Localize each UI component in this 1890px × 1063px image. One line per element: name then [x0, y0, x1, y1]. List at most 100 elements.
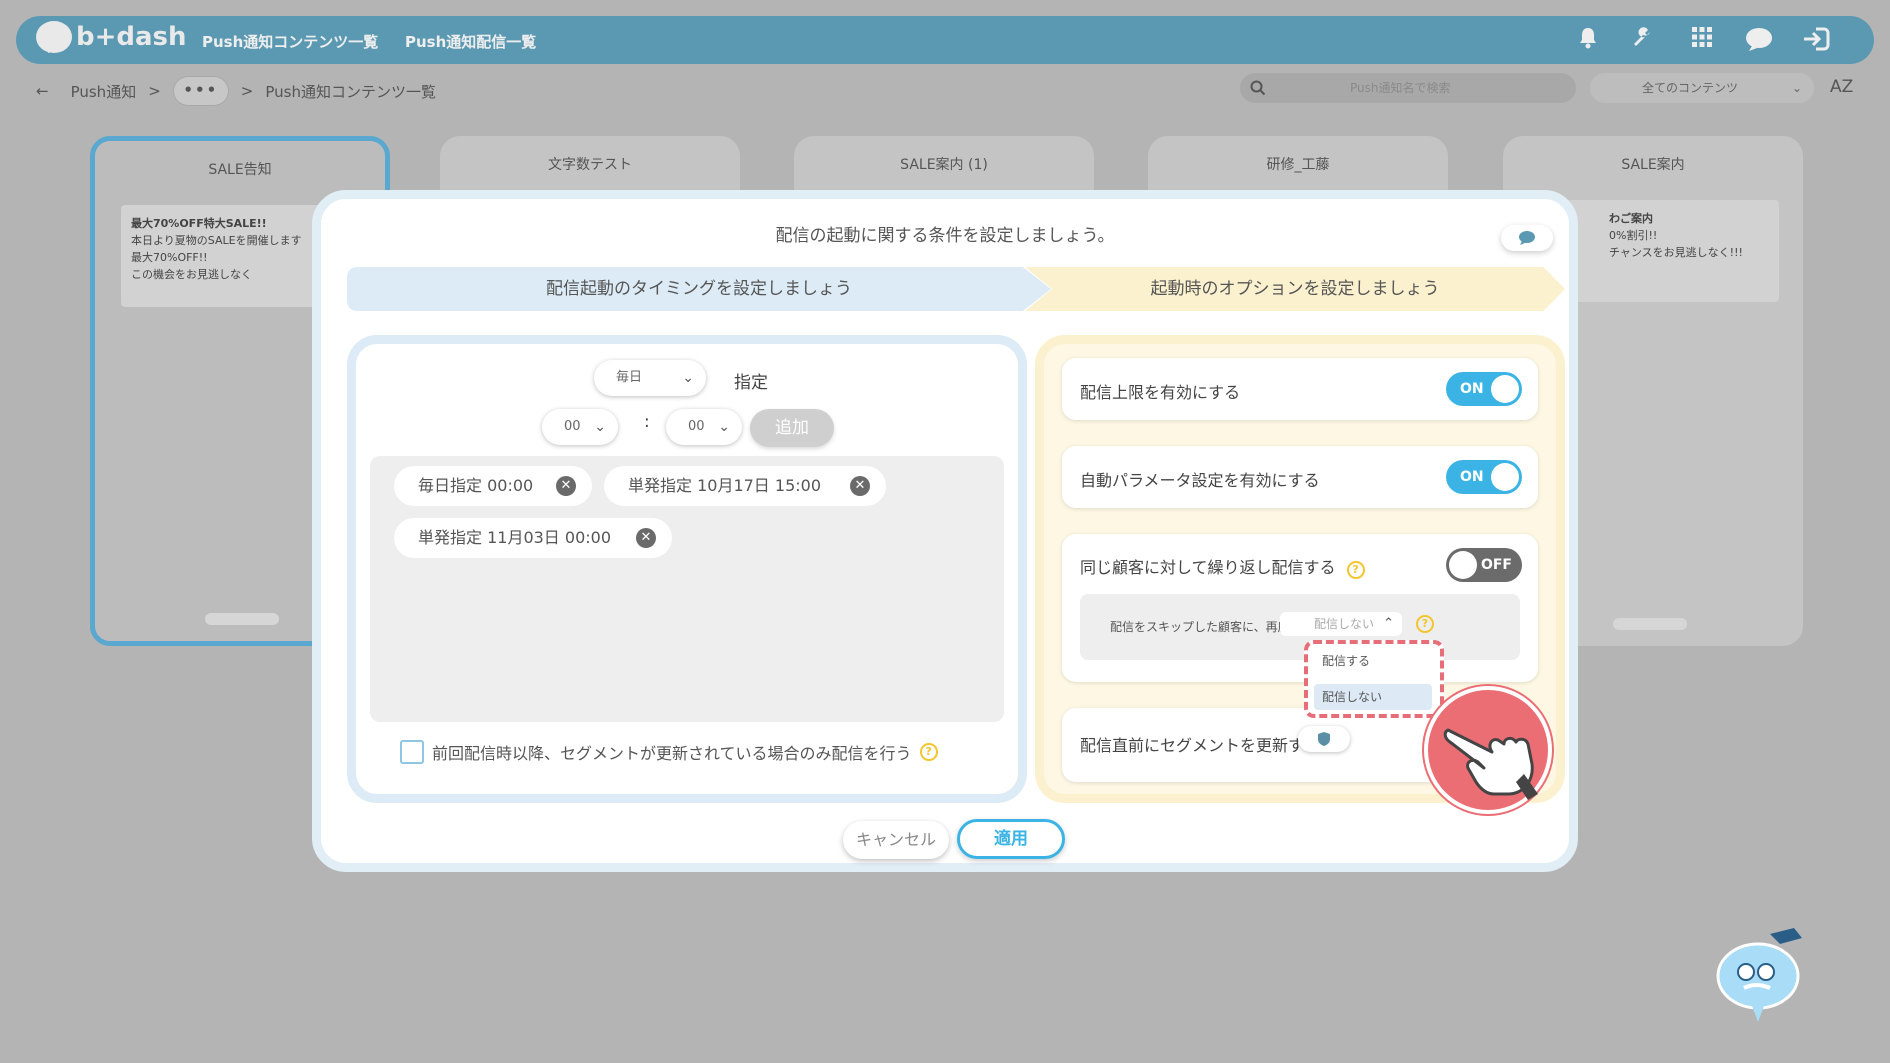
- apply-button[interactable]: 適用: [957, 819, 1065, 859]
- help-button[interactable]: [1501, 225, 1553, 251]
- segment-updated-only-row: 前回配信時以降、セグメントが更新されている場合のみ配信を行う ?: [400, 740, 938, 764]
- dropdown-option-selected[interactable]: 配信しない: [1314, 684, 1432, 710]
- nav-link-push-contents[interactable]: Push通知コンテンツ一覧: [202, 31, 378, 52]
- toggle-knob: [1449, 551, 1477, 579]
- filter-selected-value: 全てのコンテンツ: [1642, 81, 1739, 95]
- toggle-knob: [1491, 463, 1519, 491]
- time-colon: :: [644, 412, 650, 432]
- toggle-state: ON: [1460, 381, 1484, 397]
- delivery-condition-modal: 配信の起動に関する条件を設定しましょう。 配信起動のタイミングを設定しましょう …: [312, 190, 1578, 872]
- card-preview-line: 0%割引!!: [1609, 229, 1658, 242]
- modal-title: 配信の起動に関する条件を設定しましょう。: [775, 226, 1115, 246]
- frequency-suffix-label: 指定: [734, 373, 768, 393]
- hour-select[interactable]: 00 ⌄: [542, 409, 618, 445]
- cancel-button[interactable]: キャンセル: [843, 821, 949, 859]
- option-repeat: 同じ顧客に対して繰り返し配信する ? OFF 配信をスキップした顧客に、再度 配…: [1062, 534, 1538, 682]
- dropdown-option[interactable]: 配信する: [1314, 648, 1432, 674]
- repeat-toggle[interactable]: OFF: [1446, 548, 1522, 582]
- timing-chip: 単発指定 10月17日 15:00 ✕: [604, 466, 886, 506]
- timing-chip-label: 毎日指定 00:00: [418, 476, 534, 495]
- shield-icon: [1317, 732, 1331, 751]
- search-icon: [1250, 73, 1266, 106]
- search-input[interactable]: Push通知名で検索: [1240, 73, 1576, 103]
- question-icon[interactable]: ?: [1416, 615, 1434, 633]
- toggle-knob: [1491, 375, 1519, 403]
- top-navigation-bar: b+dash Push通知コンテンツ一覧 Push通知配信一覧: [16, 16, 1874, 64]
- skip-resend-select[interactable]: 配信しない ⌃: [1280, 612, 1402, 636]
- question-icon[interactable]: ?: [1346, 561, 1365, 579]
- breadcrumb: ← Push通知 > ••• > Push通知コンテンツ一覧: [36, 76, 436, 106]
- option-limit: 配信上限を有効にする ON: [1062, 358, 1538, 420]
- help-bubble-icon[interactable]: [1744, 26, 1772, 54]
- breadcrumb-current: Push通知コンテンツ一覧: [265, 82, 436, 101]
- chevron-down-icon: ⌄: [718, 419, 730, 435]
- sort-az-icon[interactable]: AZ: [1830, 77, 1853, 97]
- logo-bubble-icon: [36, 21, 72, 53]
- wrench-icon[interactable]: [1630, 26, 1658, 54]
- logo-text: b+dash: [76, 22, 187, 52]
- nav-link-push-deliveries[interactable]: Push通知配信一覧: [405, 31, 536, 52]
- help-bubble-icon: [1517, 231, 1537, 250]
- chevron-down-icon: ⌄: [682, 370, 694, 386]
- toggle-state: OFF: [1480, 557, 1512, 573]
- option-repeat-label: 同じ顧客に対して繰り返し配信する ?: [1080, 554, 1365, 579]
- skip-resend-dropdown: 配信する 配信しない: [1304, 640, 1444, 718]
- limit-toggle[interactable]: ON: [1446, 372, 1522, 406]
- option-auto-param: 自動パラメータ設定を有効にする ON: [1062, 446, 1538, 508]
- skip-resend-label: 配信をスキップした顧客に、再度: [1110, 620, 1290, 634]
- hour-value: 00: [564, 419, 581, 434]
- remove-chip-icon[interactable]: ✕: [556, 476, 576, 496]
- remove-chip-icon[interactable]: ✕: [850, 476, 870, 496]
- timing-panel: 毎日 ⌄ 指定 00 ⌄ : 00 ⌄ 追加 毎日指定 00:00 ✕ 単発指定…: [347, 335, 1027, 803]
- step-timing[interactable]: 配信起動のタイミングを設定しましょう: [347, 267, 1051, 311]
- card-title: 文字数テスト: [548, 157, 632, 173]
- back-arrow-icon[interactable]: ←: [36, 82, 49, 100]
- card-preview-line: チャンスをお見逃しなく!!!: [1609, 246, 1743, 259]
- breadcrumb-root[interactable]: Push通知: [71, 81, 137, 102]
- minute-select[interactable]: 00 ⌄: [666, 409, 742, 445]
- breadcrumb-ellipsis-button[interactable]: •••: [172, 76, 229, 106]
- step-options[interactable]: 起動時のオプションを設定しましょう: [1025, 267, 1565, 311]
- card-title: SALE案内: [1621, 157, 1685, 173]
- mascot-assistant-icon[interactable]: [1712, 924, 1808, 1024]
- pointing-hand-icon: [1428, 728, 1556, 822]
- segment-refresh-toggle[interactable]: [1298, 726, 1350, 752]
- card-preview-line: わご案内: [1609, 212, 1653, 225]
- remove-chip-icon[interactable]: ✕: [636, 528, 656, 548]
- option-auto-param-label: 自動パラメータ設定を有効にする: [1080, 471, 1320, 490]
- breadcrumb-separator: >: [240, 82, 254, 100]
- add-timing-button[interactable]: 追加: [750, 409, 834, 447]
- timing-chip-label: 単発指定 11月03日 00:00: [418, 528, 612, 547]
- segment-updated-only-label: 前回配信時以降、セグメントが更新されている場合のみ配信を行う: [432, 744, 912, 763]
- option-limit-label: 配信上限を有効にする: [1080, 383, 1241, 402]
- breadcrumb-separator: >: [148, 82, 161, 100]
- minute-value: 00: [688, 419, 705, 434]
- chevron-down-icon: ⌄: [1791, 81, 1802, 95]
- grid-icon[interactable]: [1688, 26, 1716, 54]
- chevron-down-icon: ⌄: [594, 419, 606, 435]
- option-segment-refresh-label: 配信直前にセグメントを更新する: [1080, 736, 1321, 755]
- logout-icon[interactable]: [1802, 26, 1830, 54]
- frequency-value: 毎日: [616, 370, 643, 385]
- chevron-up-icon: ⌃: [1383, 616, 1394, 631]
- auto-param-toggle[interactable]: ON: [1446, 460, 1522, 494]
- timing-chip-label: 単発指定 10月17日 15:00: [628, 476, 822, 495]
- pointer-hand-highlight: [1424, 686, 1552, 814]
- toggle-state: ON: [1460, 469, 1484, 485]
- option-repeat-text: 同じ顧客に対して繰り返し配信する: [1080, 558, 1336, 577]
- card-title: 研修_工藤: [1266, 157, 1330, 173]
- frequency-select[interactable]: 毎日 ⌄: [594, 360, 706, 396]
- card-handle: [1613, 618, 1687, 630]
- skip-resend-box: 配信をスキップした顧客に、再度 配信しない ⌃ ?: [1080, 594, 1520, 660]
- bell-icon[interactable]: [1574, 26, 1602, 54]
- card-title: SALE案内 (1): [900, 157, 988, 173]
- question-icon[interactable]: ?: [919, 743, 938, 761]
- logo[interactable]: b+dash: [36, 21, 187, 53]
- content-filter-select[interactable]: 全てのコンテンツ ⌄: [1590, 73, 1814, 103]
- timing-chips-area: 毎日指定 00:00 ✕ 単発指定 10月17日 15:00 ✕ 単発指定 11…: [370, 456, 1004, 722]
- timing-chip: 毎日指定 00:00 ✕: [394, 466, 592, 506]
- segment-updated-only-checkbox[interactable]: [400, 740, 424, 764]
- card-title: SALE告知: [208, 162, 272, 178]
- timing-chip: 単発指定 11月03日 00:00 ✕: [394, 518, 672, 558]
- search-placeholder: Push通知名で検索: [1350, 81, 1451, 95]
